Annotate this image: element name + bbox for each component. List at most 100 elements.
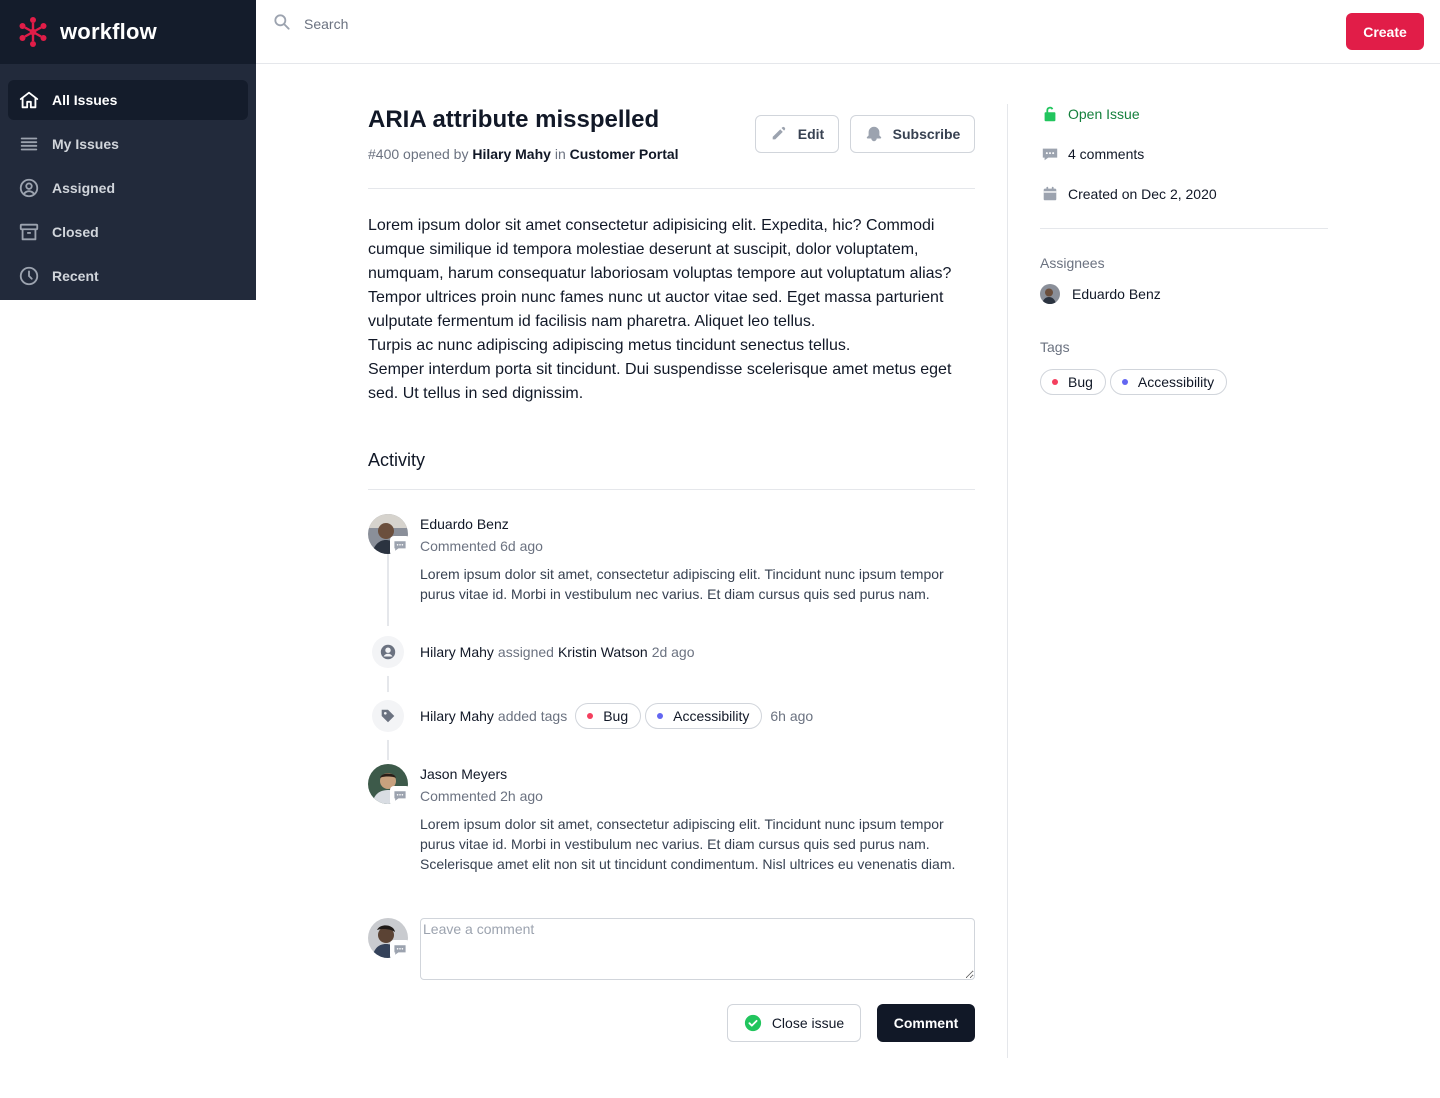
- tag-label: Accessibility: [1137, 374, 1215, 390]
- brand-name: workflow: [60, 19, 157, 44]
- tag-label: Bug: [1068, 374, 1093, 390]
- calendar-icon: [1040, 184, 1060, 204]
- sidebar-item-assigned[interactable]: Assigned: [8, 168, 248, 208]
- pencil-icon: [772, 126, 785, 140]
- tag-dot: [657, 713, 664, 719]
- user-circle-icon: [372, 636, 404, 668]
- tag-icon: [372, 700, 404, 732]
- status-text: Open Issue: [1068, 106, 1140, 122]
- tag-label: Bug: [603, 708, 629, 724]
- chat-icon: [1040, 144, 1060, 164]
- subscribe-label: Subscribe: [892, 126, 961, 142]
- sidebar-item-my-issues[interactable]: My Issues: [8, 124, 248, 164]
- menu-lines-icon: [18, 133, 40, 155]
- sidebar-item-label: Recent: [52, 268, 99, 284]
- home-icon: [18, 89, 40, 111]
- divider: [368, 489, 975, 490]
- search-bar: [272, 12, 672, 36]
- comment-time: Commented 2h ago: [420, 788, 543, 804]
- bell-icon: [866, 126, 881, 142]
- chat-icon: [390, 940, 410, 960]
- workflow-logo-icon: [19, 17, 47, 47]
- issue-project[interactable]: Customer Portal: [570, 146, 679, 162]
- commenter-name[interactable]: Jason Meyers: [420, 766, 507, 782]
- event-verb: added tags: [497, 708, 568, 724]
- comment-button[interactable]: Comment: [877, 1004, 975, 1042]
- issue-author[interactable]: Hilary Mahy: [472, 146, 551, 162]
- timeline-connector: [387, 738, 389, 760]
- timeline-connector: [387, 554, 389, 626]
- sidebar-item-label: Closed: [52, 224, 99, 240]
- created-text: Created on Dec 2, 2020: [1068, 186, 1217, 202]
- tag-label: Accessibility: [673, 708, 750, 724]
- event-time: 6h ago: [770, 708, 814, 724]
- comment-time: Commented 6d ago: [420, 538, 543, 554]
- sidebar: workflow All Issues My Issues Assigned C…: [0, 0, 256, 300]
- unlock-icon: [1040, 104, 1060, 124]
- assignees-label: Assignees: [1040, 255, 1105, 271]
- tag-dot: [1121, 379, 1128, 385]
- close-issue-label: Close issue: [771, 1015, 845, 1031]
- sidebar-nav: All Issues My Issues Assigned Closed Rec…: [0, 64, 256, 296]
- comment-body: Lorem ipsum dolor sit amet, consectetur …: [420, 816, 956, 872]
- assignee-name: Eduardo Benz: [1072, 286, 1161, 302]
- top-bar: Create: [256, 0, 1440, 64]
- event-actor[interactable]: Hilary Mahy: [420, 708, 494, 724]
- assignee[interactable]: Eduardo Benz: [1040, 284, 1161, 304]
- sidebar-item-label: Assigned: [52, 180, 116, 196]
- description-paragraph: Tempor ultrices proin nunc fames nunc ut…: [368, 289, 944, 330]
- divider: [1040, 228, 1328, 229]
- tags-label: Tags: [1040, 339, 1070, 355]
- archive-icon: [18, 221, 40, 243]
- sidebar-item-label: My Issues: [52, 136, 119, 152]
- search-input[interactable]: [304, 16, 604, 32]
- event-verb: assigned: [497, 644, 554, 660]
- brand[interactable]: workflow: [0, 0, 256, 64]
- close-issue-button[interactable]: Close issue: [727, 1004, 861, 1042]
- issue-meta: #400 opened by Hilary Mahy in Customer P…: [368, 146, 679, 162]
- issue-description: Lorem ipsum dolor sit amet consectetur a…: [368, 214, 975, 406]
- timeline-connector: [387, 674, 389, 696]
- column-divider: [1007, 104, 1008, 1058]
- edit-button[interactable]: Edit: [755, 115, 839, 153]
- comment-count-text: 4 comments: [1068, 146, 1145, 162]
- in-text: in: [554, 146, 566, 162]
- tag-accessibility[interactable]: Accessibility: [1109, 369, 1228, 395]
- chat-icon: [390, 786, 410, 806]
- tag-accessibility[interactable]: Accessibility: [645, 703, 763, 729]
- check-circle-icon: [744, 1014, 761, 1032]
- tag-bug[interactable]: Bug: [1040, 369, 1106, 395]
- assignment-event: Hilary Mahy assigned Kristin Watson 2d a…: [420, 644, 695, 660]
- created-date: Created on Dec 2, 2020: [1040, 184, 1217, 204]
- opened-by-text: opened by: [403, 146, 469, 162]
- user-circle-icon: [18, 177, 40, 199]
- description-paragraph: Lorem ipsum dolor sit amet consectetur a…: [368, 217, 952, 282]
- divider: [368, 188, 975, 189]
- event-actor[interactable]: Hilary Mahy: [420, 644, 494, 660]
- assignee-avatar: [1040, 284, 1060, 304]
- sidebar-item-all-issues[interactable]: All Issues: [8, 80, 248, 120]
- sidebar-item-recent[interactable]: Recent: [8, 256, 248, 296]
- search-icon: [272, 12, 292, 37]
- tags-event: Hilary Mahy added tags Bug Accessibility…: [420, 703, 813, 729]
- create-button[interactable]: Create: [1346, 13, 1424, 50]
- tag-dot: [587, 713, 594, 719]
- comment-count: 4 comments: [1040, 144, 1144, 164]
- event-time: 2d ago: [651, 644, 695, 660]
- edit-label: Edit: [797, 126, 825, 142]
- event-target[interactable]: Kristin Watson: [558, 644, 648, 660]
- clock-icon: [18, 265, 40, 287]
- comment-body: Lorem ipsum dolor sit amet, consectetur …: [420, 566, 944, 602]
- description-paragraph: Semper interdum porta sit tincidunt. Dui…: [368, 361, 952, 402]
- sidebar-item-label: All Issues: [52, 92, 118, 108]
- sidebar-item-closed[interactable]: Closed: [8, 212, 248, 252]
- chat-icon: [390, 536, 410, 556]
- comment-textarea[interactable]: [420, 918, 975, 980]
- tag-dot: [1052, 379, 1058, 385]
- tag-bug[interactable]: Bug: [575, 703, 642, 729]
- issue-status: Open Issue: [1040, 104, 1140, 124]
- description-paragraph: Turpis ac nunc adipiscing adipiscing met…: [368, 337, 851, 354]
- subscribe-button[interactable]: Subscribe: [850, 115, 975, 153]
- commenter-name[interactable]: Eduardo Benz: [420, 516, 509, 532]
- issue-number: #400: [368, 146, 400, 162]
